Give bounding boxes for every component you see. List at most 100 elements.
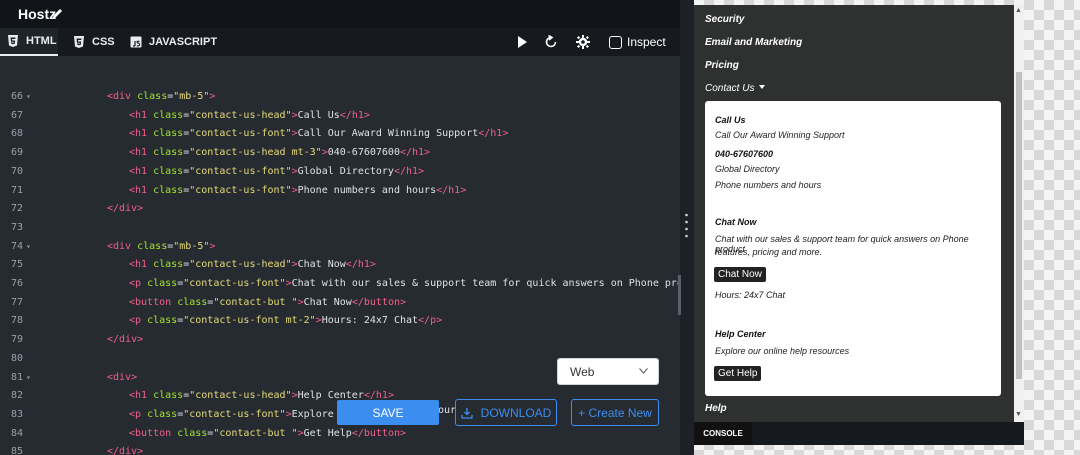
code-token: Chat Now bbox=[297, 259, 346, 271]
code-editor[interactable]: 66 ▾ <div class="mb-5"> 67 <h1 class="contac… bbox=[0, 56, 680, 455]
code-text: <div class="mb-5"> bbox=[107, 238, 215, 256]
call-us-heading: Call Us bbox=[715, 115, 746, 125]
code-token: "contact-but " bbox=[213, 296, 298, 308]
app-window: Hostz HTML CSS JAVASCRIPT Inspect 66 ▾ <… bbox=[0, 0, 1080, 455]
gear-icon[interactable] bbox=[576, 35, 590, 49]
code-line[interactable]: 79 </div> bbox=[0, 331, 680, 349]
nav-contact-us[interactable]: Contact Us bbox=[705, 83, 766, 94]
inspect-toggle[interactable]: Inspect bbox=[609, 35, 666, 49]
code-line[interactable]: 68 <h1 class="contact-us-font">Call Our A… bbox=[0, 125, 680, 143]
code-token: <h1 bbox=[129, 128, 148, 140]
code-line[interactable]: 85 </div> bbox=[0, 443, 680, 455]
refresh-icon[interactable] bbox=[544, 35, 558, 49]
chat-hours: Hours: 24x7 Chat bbox=[715, 290, 786, 300]
code-line[interactable]: 70 <h1 class="contact-us-font">Global Dir… bbox=[0, 163, 680, 181]
code-line[interactable]: 69 <h1 class="contact-us-head mt-3">040-6… bbox=[0, 144, 680, 162]
code-token: class bbox=[137, 91, 168, 102]
code-text: </div> bbox=[107, 200, 143, 218]
run-icon[interactable] bbox=[515, 35, 529, 49]
tab-css[interactable]: CSS bbox=[73, 28, 115, 56]
scroll-down-arrow-icon[interactable]: ▼ bbox=[1015, 411, 1022, 418]
app-title: Hostz bbox=[18, 6, 57, 22]
chat-now-button[interactable]: Chat Now bbox=[714, 267, 766, 282]
nav-contact-label: Contact Us bbox=[705, 83, 755, 94]
nav-help[interactable]: Help bbox=[705, 403, 727, 414]
preview-scrollbar-thumb[interactable] bbox=[1016, 72, 1022, 379]
view-mode-select[interactable]: Web bbox=[557, 358, 659, 385]
code-token: <h1 bbox=[129, 109, 148, 121]
global-directory[interactable]: Global Directory bbox=[715, 164, 780, 174]
code-token: "contact-us-head" bbox=[189, 109, 292, 121]
line-number: 84 bbox=[10, 427, 23, 439]
scroll-up-arrow-icon[interactable]: ▲ bbox=[1015, 7, 1022, 14]
line-number: 73 bbox=[10, 221, 23, 233]
line-number: 79 bbox=[10, 334, 23, 346]
pane-splitter[interactable] bbox=[682, 0, 694, 455]
code-line[interactable]: 73 bbox=[0, 219, 680, 237]
save-button[interactable]: SAVE bbox=[337, 400, 439, 425]
code-token: </h1> bbox=[436, 184, 467, 196]
nav-security[interactable]: Security bbox=[705, 14, 744, 25]
code-line[interactable]: 77 <button class="contact-but ">Chat Now<… bbox=[0, 294, 680, 312]
code-text: </div> bbox=[107, 443, 143, 455]
code-text: <h1 class="contact-us-font">Global Direc… bbox=[129, 163, 424, 181]
code-token: <div> bbox=[107, 371, 138, 383]
code-token: Call Our Award Winning Support bbox=[297, 128, 479, 140]
code-text: <p class="contact-us-font mt-2">Hours: 2… bbox=[129, 312, 442, 330]
code-line[interactable]: 66 ▾ <div class="mb-5"> bbox=[0, 88, 680, 106]
code-token: </h1> bbox=[399, 147, 431, 159]
code-token: class bbox=[147, 408, 178, 420]
phone-hours[interactable]: Phone numbers and hours bbox=[715, 180, 821, 190]
code-text: <div class="mb-5"> bbox=[107, 88, 215, 106]
line-number: 83 bbox=[10, 408, 23, 420]
preview-frame[interactable]: Security Email and Marketing Pricing Con… bbox=[694, 5, 1014, 422]
fold-arrow-icon[interactable]: ▾ bbox=[26, 369, 31, 387]
javascript-icon bbox=[130, 36, 142, 48]
fold-arrow-icon[interactable]: ▾ bbox=[26, 88, 31, 106]
get-help-button[interactable]: Get Help bbox=[714, 366, 762, 381]
line-number: 77 bbox=[10, 296, 23, 308]
code-line[interactable]: 74 ▾ <div class="mb-5"> bbox=[0, 238, 680, 256]
code-token: class bbox=[153, 259, 184, 271]
editor-scrollbar[interactable] bbox=[678, 275, 681, 315]
console-tab[interactable]: CONSOLE bbox=[694, 422, 752, 445]
nav-pricing[interactable]: Pricing bbox=[705, 60, 739, 71]
code-token: Call Us bbox=[297, 109, 340, 121]
line-number: 70 bbox=[10, 165, 23, 177]
nav-email-marketing[interactable]: Email and Marketing bbox=[705, 37, 802, 48]
drag-handle-icon[interactable] bbox=[685, 212, 688, 240]
code-line[interactable]: 71 <h1 class="contact-us-font">Phone numb… bbox=[0, 182, 680, 200]
code-line[interactable]: 72 </div> bbox=[0, 200, 680, 218]
line-number: 80 bbox=[10, 352, 23, 364]
code-token: <h1 bbox=[129, 184, 148, 196]
line-number: 75 bbox=[10, 259, 23, 271]
code-line[interactable]: 75 <h1 class="contact-us-head">Chat Now</… bbox=[0, 256, 680, 274]
code-line[interactable]: 76 <p class="contact-us-font">Chat with o… bbox=[0, 275, 680, 293]
code-token: </h1> bbox=[393, 165, 425, 177]
code-line[interactable]: 78 <p class="contact-us-font mt-2">Hours:… bbox=[0, 312, 680, 330]
html5-icon bbox=[8, 35, 18, 47]
code-token: <h1 bbox=[129, 259, 148, 271]
pencil-icon[interactable] bbox=[52, 7, 64, 19]
code-token: "contact-us-head" bbox=[189, 390, 292, 402]
create-new-button[interactable]: + Create New bbox=[571, 399, 659, 426]
code-token: "contact-us-head mt-3" bbox=[189, 147, 322, 159]
tab-html[interactable]: HTML bbox=[0, 28, 58, 56]
line-number: 74 bbox=[10, 240, 23, 252]
tab-javascript[interactable]: JAVASCRIPT bbox=[130, 28, 217, 56]
code-token: class bbox=[153, 109, 184, 121]
code-token: <h1 bbox=[129, 390, 148, 402]
code-line[interactable]: 84 <button class="contact-but ">Get Help<… bbox=[0, 425, 680, 443]
code-text: <button class="contact-but ">Chat Now</b… bbox=[129, 294, 406, 312]
inspect-checkbox[interactable] bbox=[609, 35, 622, 49]
line-number: 67 bbox=[10, 109, 23, 121]
css3-icon bbox=[74, 36, 84, 48]
code-line[interactable]: 67 <h1 class="contact-us-head">Call Us</h… bbox=[0, 107, 680, 125]
fold-arrow-icon[interactable]: ▾ bbox=[26, 238, 31, 256]
code-token: "mb-5" bbox=[173, 240, 210, 252]
code-text: <div> bbox=[107, 369, 137, 387]
download-button[interactable]: DOWNLOAD bbox=[455, 399, 557, 426]
code-token: class bbox=[147, 315, 178, 327]
code-token: <button bbox=[129, 427, 172, 439]
tab-javascript-label: JAVASCRIPT bbox=[149, 36, 218, 48]
